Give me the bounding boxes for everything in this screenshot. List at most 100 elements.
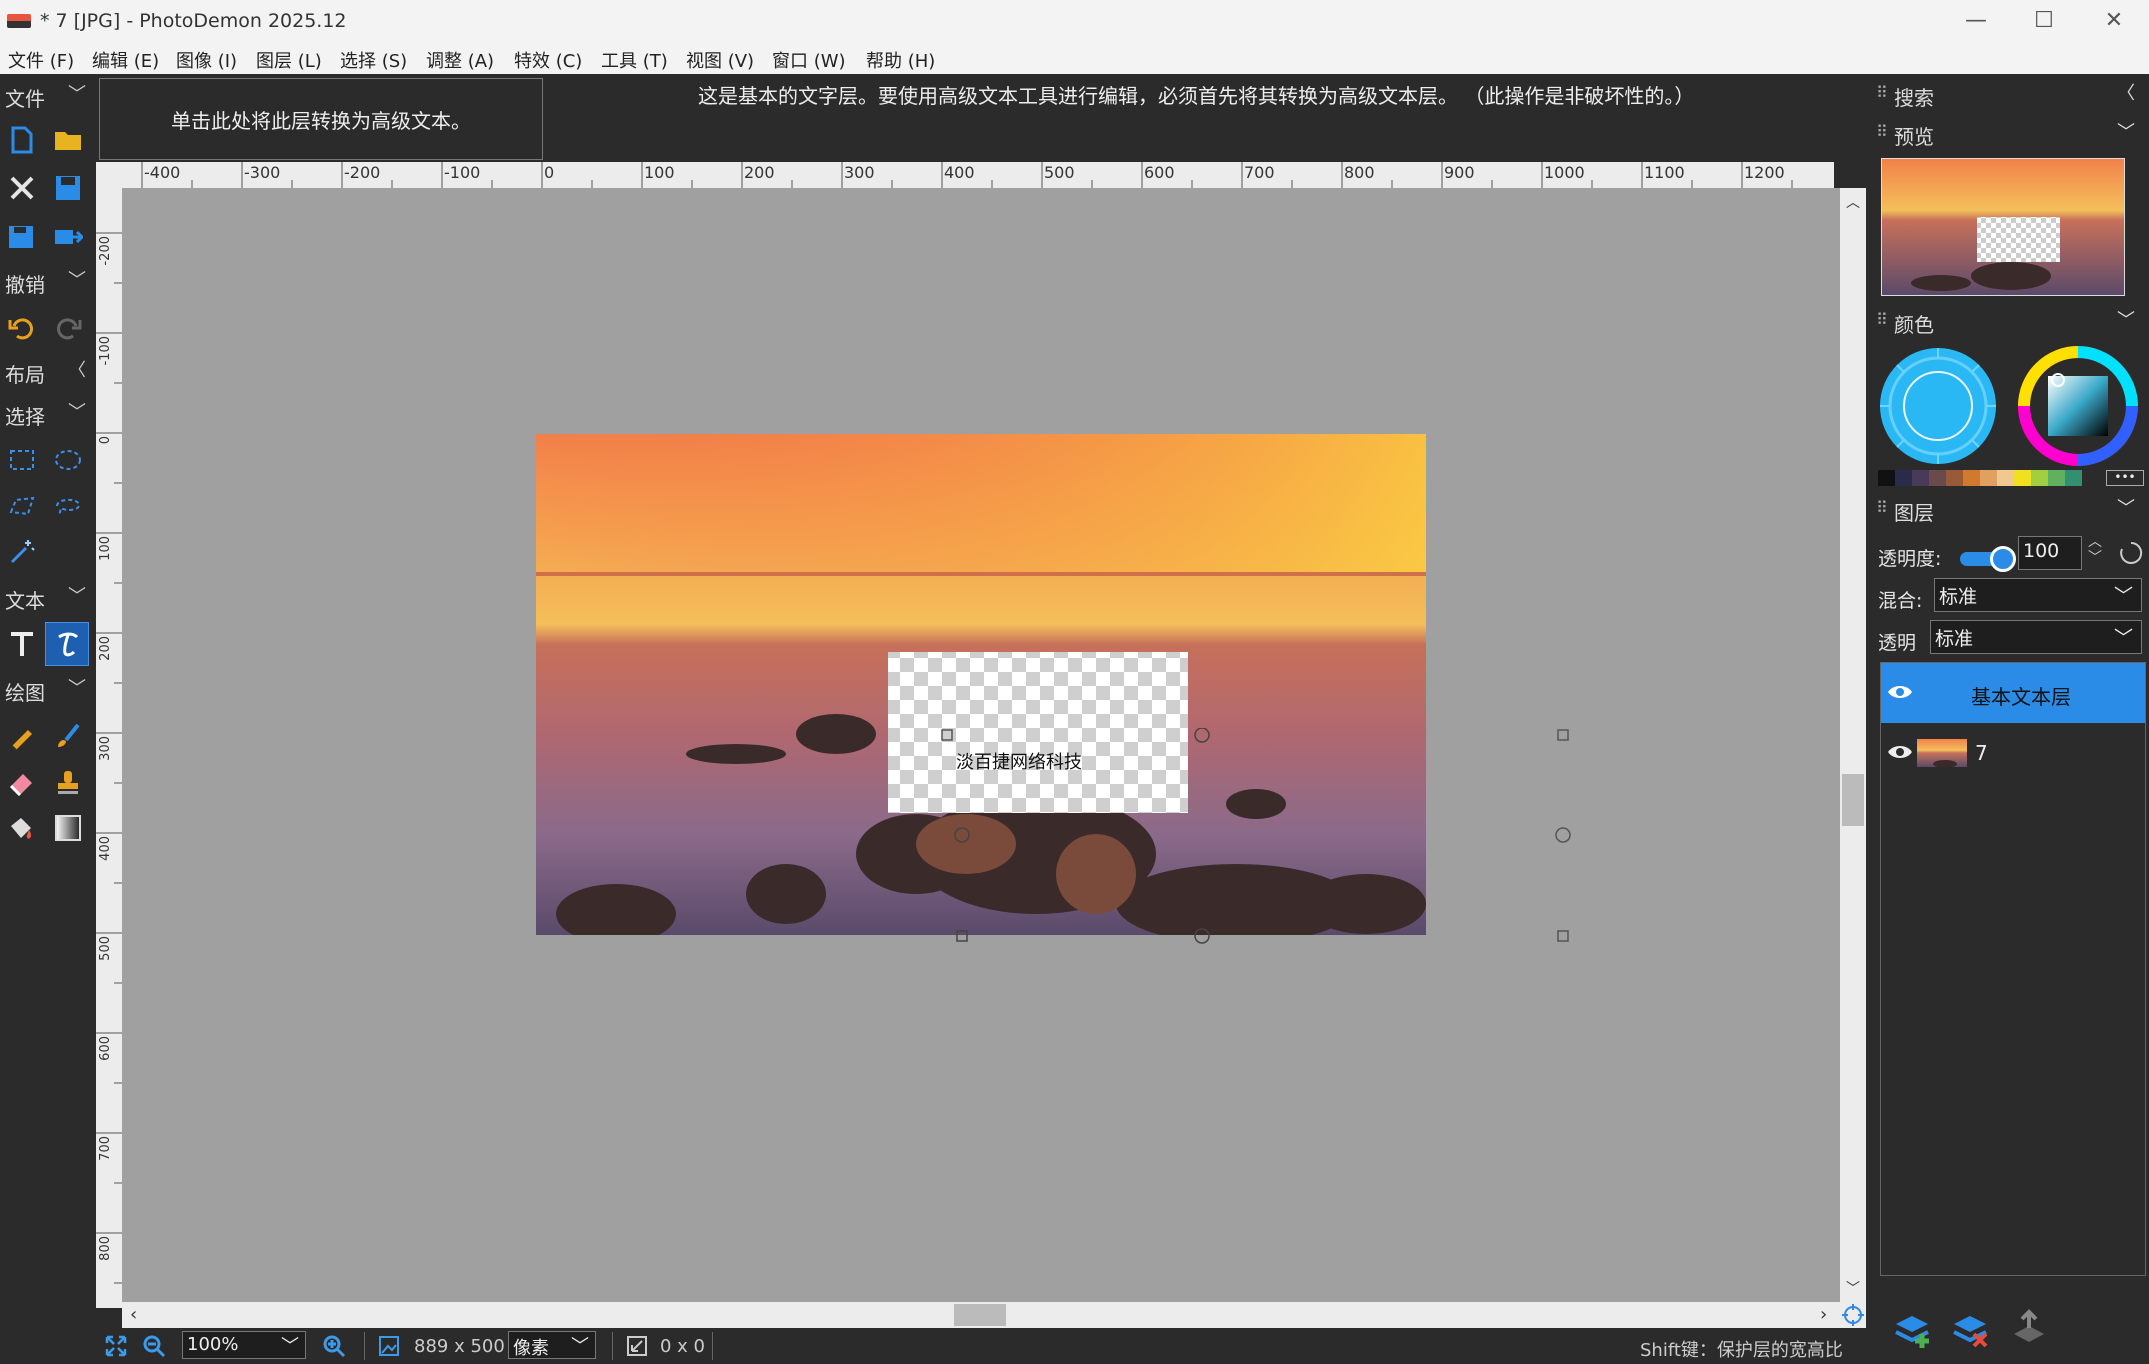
paintbrush-icon[interactable] xyxy=(46,714,90,758)
export-icon[interactable] xyxy=(46,214,90,258)
menu-view[interactable]: 视图 (V) xyxy=(686,47,754,73)
scroll-thumb[interactable] xyxy=(1842,774,1864,826)
color-swatch[interactable] xyxy=(1929,470,1946,486)
toolbox-section-undo[interactable]: 撤销 ﹀ xyxy=(0,264,96,300)
vertical-scrollbar[interactable]: ︿ ﹀ xyxy=(1840,188,1866,1302)
menu-image[interactable]: 图像 (I) xyxy=(176,47,237,73)
magic-wand-icon[interactable] xyxy=(0,530,44,574)
polygon-lasso-icon[interactable] xyxy=(46,484,90,528)
crosshair-icon[interactable] xyxy=(1840,1302,1866,1328)
color-swatch[interactable] xyxy=(2031,470,2048,486)
scroll-down-icon[interactable]: ﹀ xyxy=(1846,1278,1860,1298)
new-file-icon[interactable] xyxy=(0,118,44,162)
preview-thumbnail[interactable] xyxy=(1881,158,2125,296)
toolbox-section-layout[interactable]: 布局〈 xyxy=(0,354,96,390)
scroll-up-icon[interactable]: ︿ xyxy=(1846,192,1860,212)
rect-select-icon[interactable] xyxy=(0,438,44,482)
title-bar: * 7 [JPG] - PhotoDemon 2025.12 — ☐ ✕ xyxy=(0,0,2149,44)
save-as-icon[interactable] xyxy=(0,214,44,258)
gradient-icon[interactable] xyxy=(46,806,90,850)
close-button[interactable]: ✕ xyxy=(2080,0,2148,44)
save-icon[interactable] xyxy=(46,166,90,210)
more-colors-icon[interactable]: ••• xyxy=(2106,470,2144,486)
color-swatch[interactable] xyxy=(2014,470,2031,486)
menu-file[interactable]: 文件 (F) xyxy=(8,47,74,73)
image-canvas[interactable]: 淡百捷网络科技 xyxy=(122,188,1840,1302)
blend-mode-select[interactable]: 标准 ﹀ xyxy=(1934,578,2142,612)
panel-color[interactable]: ⠿ 颜色 ﹀ xyxy=(1866,304,2149,340)
horizontal-scrollbar[interactable]: ‹ › xyxy=(122,1302,1840,1328)
ellipse-select-icon[interactable] xyxy=(46,438,90,482)
color-swatch[interactable] xyxy=(1997,470,2014,486)
color-swatch[interactable] xyxy=(2065,470,2082,486)
color-swatch[interactable] xyxy=(2048,470,2065,486)
toolbox-section-select[interactable]: 选择 ﹀ xyxy=(0,396,96,432)
drag-handle-icon[interactable]: ⠿ xyxy=(1876,310,1888,329)
fit-to-window-icon[interactable] xyxy=(104,1334,128,1358)
paint-bucket-icon[interactable] xyxy=(0,806,44,850)
panel-search[interactable]: ⠿ 搜索〈 xyxy=(1866,77,2149,113)
color-swatch[interactable] xyxy=(1946,470,1963,486)
opacity-spinner[interactable]: ︿ ﹀ xyxy=(2088,534,2102,566)
toolbox-section-paint[interactable]: 绘图 ﹀ xyxy=(0,672,96,708)
clone-stamp-icon[interactable] xyxy=(46,760,90,804)
add-layer-icon[interactable] xyxy=(1892,1308,1934,1350)
alpha-mode-select[interactable]: 标准 ﹀ xyxy=(1930,620,2142,654)
color-swatch[interactable] xyxy=(1963,470,1980,486)
pencil-icon[interactable] xyxy=(0,714,44,758)
hue-wheel[interactable] xyxy=(2016,344,2140,468)
maximize-button[interactable]: ☐ xyxy=(2010,0,2078,44)
delete-layer-icon[interactable] xyxy=(1950,1308,1992,1350)
toolbox-section-text[interactable]: 文本 ﹀ xyxy=(0,580,96,616)
zoom-in-icon[interactable] xyxy=(322,1334,346,1358)
transform-handles[interactable] xyxy=(940,728,1580,958)
ruler-corner xyxy=(96,162,134,188)
layer-name[interactable]: 基本文本层 xyxy=(1971,681,2071,710)
layer-name[interactable]: 7 xyxy=(1975,741,1988,765)
reset-icon[interactable] xyxy=(2118,540,2144,566)
menu-window[interactable]: 窗口 (W) xyxy=(772,47,846,73)
menu-adjust[interactable]: 调整 (A) xyxy=(426,47,494,73)
opacity-slider-knob[interactable] xyxy=(1990,546,2016,572)
zoom-select[interactable]: 100% ﹀ xyxy=(182,1331,306,1359)
redo-icon[interactable] xyxy=(46,306,90,350)
lasso-select-icon[interactable] xyxy=(0,484,44,528)
menu-select[interactable]: 选择 (S) xyxy=(340,47,407,73)
layer-row[interactable]: 基本文本层 xyxy=(1881,663,2145,723)
opacity-input[interactable]: 100 xyxy=(2018,536,2082,570)
move-layer-up-icon[interactable] xyxy=(2008,1308,2050,1350)
color-swatch[interactable] xyxy=(1895,470,1912,486)
color-swatch[interactable] xyxy=(1878,470,1895,486)
menu-layer[interactable]: 图层 (L) xyxy=(256,47,322,73)
eye-icon[interactable] xyxy=(1887,683,1913,701)
menu-tools[interactable]: 工具 (T) xyxy=(601,47,668,73)
scroll-right-icon[interactable]: › xyxy=(1820,1304,1827,1325)
layer-row[interactable]: 7 xyxy=(1881,723,2145,783)
menu-help[interactable]: 帮助 (H) xyxy=(866,47,935,73)
scroll-left-icon[interactable]: ‹ xyxy=(130,1304,137,1325)
basic-text-tool-icon[interactable] xyxy=(0,622,44,666)
eye-icon[interactable] xyxy=(1887,743,1913,761)
undo-icon[interactable] xyxy=(0,306,44,350)
advanced-text-tool-icon[interactable] xyxy=(45,622,89,666)
panel-layers[interactable]: ⠿ 图层 ﹀ xyxy=(1866,492,2149,528)
color-swatches[interactable] xyxy=(1878,470,2086,486)
convert-to-advanced-text-button[interactable]: 单击此处将此层转换为高级文本。 xyxy=(99,78,543,160)
drag-handle-icon[interactable]: ⠿ xyxy=(1876,83,1888,102)
drag-handle-icon[interactable]: ⠿ xyxy=(1876,122,1888,141)
eraser-icon[interactable] xyxy=(0,760,44,804)
color-swatch[interactable] xyxy=(1912,470,1929,486)
open-folder-icon[interactable] xyxy=(46,118,90,162)
zoom-out-icon[interactable] xyxy=(142,1334,166,1358)
minimize-button[interactable]: — xyxy=(1942,0,2010,44)
menu-edit[interactable]: 编辑 (E) xyxy=(92,47,159,73)
scroll-thumb[interactable] xyxy=(954,1304,1006,1326)
close-image-icon[interactable] xyxy=(0,166,44,210)
panel-preview[interactable]: ⠿ 预览 ﹀ xyxy=(1866,116,2149,152)
menu-effects[interactable]: 特效 (C) xyxy=(514,47,582,73)
primary-color-wheel[interactable] xyxy=(1876,344,2000,468)
drag-handle-icon[interactable]: ⠿ xyxy=(1876,498,1888,517)
unit-select[interactable]: 像素 ﹀ xyxy=(508,1331,596,1359)
toolbox-section-file[interactable]: 文件 ﹀ xyxy=(0,78,96,114)
color-swatch[interactable] xyxy=(1980,470,1997,486)
